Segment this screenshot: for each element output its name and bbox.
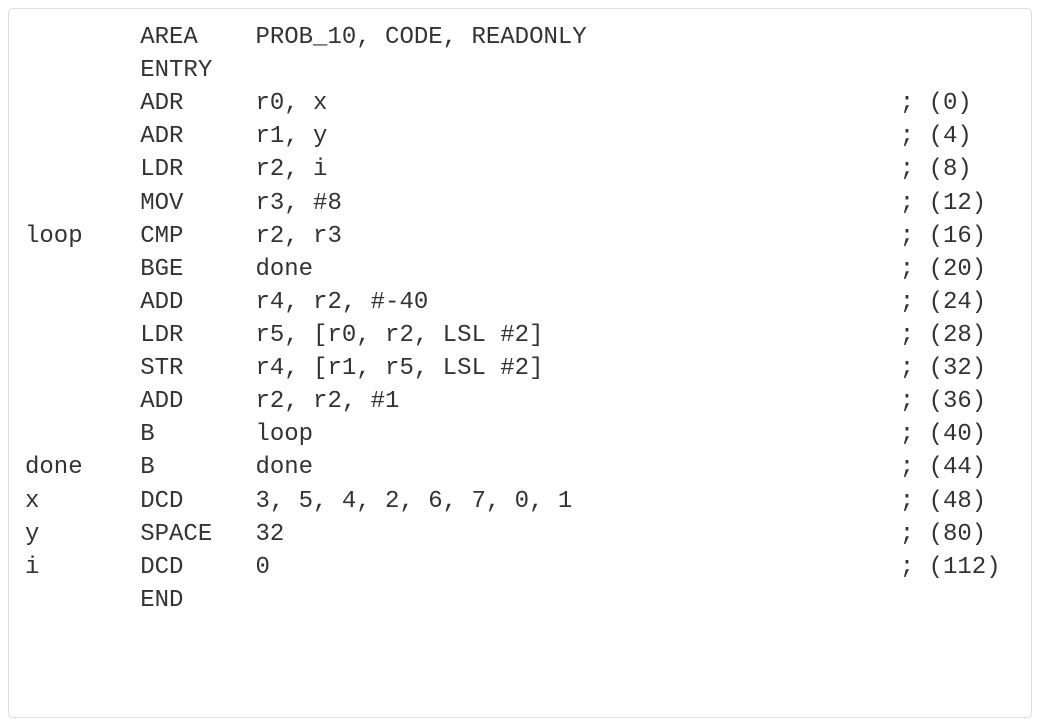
code-line: MOV r3, #8 ; (12) <box>25 187 1015 220</box>
code-line: i DCD 0 ; (112) <box>25 551 1015 584</box>
line-opcode: MOV <box>140 187 255 220</box>
line-comment: ; (40) <box>900 418 1015 451</box>
line-comment: ; (80) <box>900 518 1015 551</box>
line-label <box>25 253 140 286</box>
line-opcode: ENTRY <box>140 54 255 87</box>
code-line: ADD r4, r2, #-40 ; (24) <box>25 286 1015 319</box>
line-args: r5, [r0, r2, LSL #2] <box>255 319 899 352</box>
line-label <box>25 319 140 352</box>
line-args: r4, r2, #-40 <box>255 286 899 319</box>
line-args: r1, y <box>255 120 899 153</box>
line-comment: ; (36) <box>900 385 1015 418</box>
line-opcode: B <box>140 418 255 451</box>
line-args: r2, r3 <box>255 220 899 253</box>
line-opcode: END <box>140 584 255 617</box>
code-line: LDR r2, i ; (8) <box>25 153 1015 186</box>
line-opcode: CMP <box>140 220 255 253</box>
line-opcode: LDR <box>140 319 255 352</box>
line-args: 0 <box>255 551 899 584</box>
line-label <box>25 418 140 451</box>
line-label <box>25 153 140 186</box>
line-args: r3, #8 <box>255 187 899 220</box>
line-opcode: LDR <box>140 153 255 186</box>
code-line: LDR r5, [r0, r2, LSL #2] ; (28) <box>25 319 1015 352</box>
code-line: ADR r1, y ; (4) <box>25 120 1015 153</box>
code-line: END <box>25 584 1015 617</box>
line-opcode: ADR <box>140 87 255 120</box>
line-comment: ; (16) <box>900 220 1015 253</box>
line-args: r2, i <box>255 153 899 186</box>
line-label: i <box>25 551 140 584</box>
line-comment: ; (32) <box>900 352 1015 385</box>
code-line: loop CMP r2, r3 ; (16) <box>25 220 1015 253</box>
code-line: ADD r2, r2, #1 ; (36) <box>25 385 1015 418</box>
line-comment: ; (8) <box>900 153 1015 186</box>
line-label <box>25 286 140 319</box>
line-args: done <box>255 451 899 484</box>
line-comment: ; (4) <box>900 120 1015 153</box>
line-opcode: STR <box>140 352 255 385</box>
line-args: r2, r2, #1 <box>255 385 899 418</box>
line-args: done <box>255 253 899 286</box>
line-opcode: BGE <box>140 253 255 286</box>
line-opcode: ADR <box>140 120 255 153</box>
line-args: loop <box>255 418 899 451</box>
line-label <box>25 120 140 153</box>
line-opcode: SPACE <box>140 518 255 551</box>
line-comment <box>900 21 1015 54</box>
line-args: 32 <box>255 518 899 551</box>
line-args: PROB_10, CODE, READONLY <box>255 21 899 54</box>
line-label: x <box>25 485 140 518</box>
line-comment: ; (24) <box>900 286 1015 319</box>
line-args <box>255 584 899 617</box>
line-label <box>25 54 140 87</box>
line-comment: ; (20) <box>900 253 1015 286</box>
line-opcode: ADD <box>140 385 255 418</box>
code-line: done B done ; (44) <box>25 451 1015 484</box>
line-args: r4, [r1, r5, LSL #2] <box>255 352 899 385</box>
assembly-code-block: AREA PROB_10, CODE, READONLY ENTRY ADR r… <box>8 8 1032 718</box>
line-comment <box>900 584 1015 617</box>
line-label <box>25 584 140 617</box>
line-label <box>25 87 140 120</box>
line-opcode: AREA <box>140 21 255 54</box>
line-label: y <box>25 518 140 551</box>
line-comment <box>900 54 1015 87</box>
line-label <box>25 352 140 385</box>
line-label <box>25 21 140 54</box>
line-comment: ; (112) <box>900 551 1015 584</box>
line-opcode: DCD <box>140 485 255 518</box>
line-comment: ; (12) <box>900 187 1015 220</box>
line-label: loop <box>25 220 140 253</box>
code-line: ENTRY <box>25 54 1015 87</box>
line-opcode: ADD <box>140 286 255 319</box>
line-comment: ; (0) <box>900 87 1015 120</box>
line-args: r0, x <box>255 87 899 120</box>
code-line: B loop ; (40) <box>25 418 1015 451</box>
line-label: done <box>25 451 140 484</box>
line-label <box>25 385 140 418</box>
code-line: y SPACE 32 ; (80) <box>25 518 1015 551</box>
line-opcode: DCD <box>140 551 255 584</box>
line-comment: ; (28) <box>900 319 1015 352</box>
code-line: ADR r0, x ; (0) <box>25 87 1015 120</box>
code-line: x DCD 3, 5, 4, 2, 6, 7, 0, 1 ; (48) <box>25 485 1015 518</box>
line-args <box>255 54 899 87</box>
line-args: 3, 5, 4, 2, 6, 7, 0, 1 <box>255 485 899 518</box>
line-label <box>25 187 140 220</box>
line-opcode: B <box>140 451 255 484</box>
code-line: STR r4, [r1, r5, LSL #2] ; (32) <box>25 352 1015 385</box>
code-line: AREA PROB_10, CODE, READONLY <box>25 21 1015 54</box>
code-line: BGE done ; (20) <box>25 253 1015 286</box>
line-comment: ; (48) <box>900 485 1015 518</box>
line-comment: ; (44) <box>900 451 1015 484</box>
